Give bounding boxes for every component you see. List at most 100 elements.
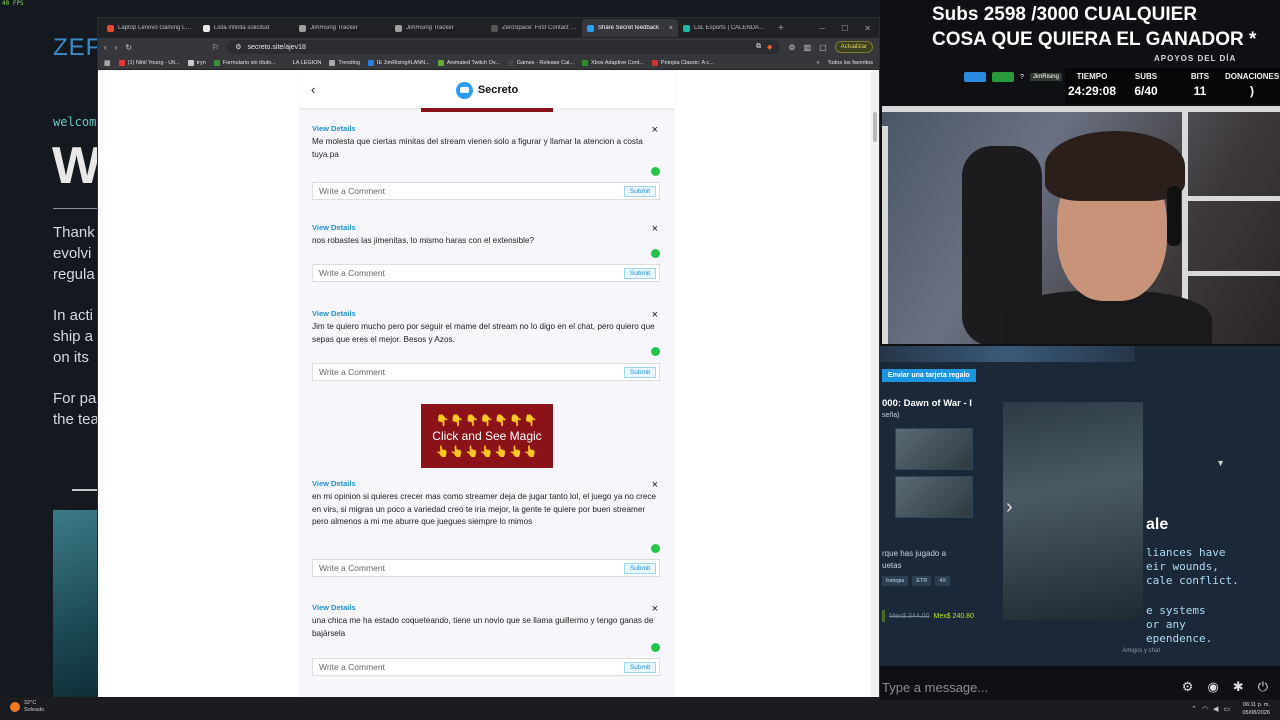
bookmark-item[interactable]: IE JimRising#LANN... <box>367 59 430 66</box>
tab-label: ZeroSpace: First Contact f... <box>502 25 577 31</box>
bookmark-favicon-icon <box>651 59 658 66</box>
wallet-icon[interactable]: ▢ <box>819 43 827 52</box>
whatsapp-icon[interactable] <box>651 347 660 356</box>
browser-tab[interactable]: JimRising Tracker <box>390 19 486 37</box>
bookmark-item[interactable]: Animated Twitch Ov... <box>437 59 500 66</box>
view-details-link[interactable]: View Details <box>312 603 662 612</box>
ad-banner-edge[interactable] <box>421 108 553 112</box>
chevron-right-icon[interactable]: › <box>1006 496 1013 519</box>
close-icon[interactable]: × <box>652 479 658 491</box>
gift-card-button[interactable]: Enviar una tarjeta regalo <box>882 369 976 382</box>
tab-close-icon[interactable]: × <box>669 25 673 32</box>
bug-icon[interactable]: ✱ <box>1233 679 1244 695</box>
browser-tab[interactable]: ZeroSpace: First Contact f... <box>486 19 582 37</box>
clock[interactable]: 06:11 p. m. 05/08/2026 <box>1242 701 1270 717</box>
pointing-down-icon: 👇👇👇👇👇👇👇 <box>435 415 539 427</box>
share-icon[interactable]: ⧉ <box>756 43 761 51</box>
magic-ad-text: Click and See Magic <box>432 429 542 443</box>
whatsapp-icon[interactable] <box>651 544 660 553</box>
hero-line: e systems <box>1146 604 1206 617</box>
chevron-up-icon[interactable]: ⌃ <box>1191 705 1197 713</box>
bookmark-item[interactable]: Trending <box>329 59 360 66</box>
bookmark-icon[interactable]: ⚐ <box>212 43 219 52</box>
bookmark-item[interactable]: (1) Nihil Young - Ult... <box>118 59 180 66</box>
more-bookmarks-button[interactable]: » <box>816 60 819 66</box>
browser-tab[interactable]: Lista infinita solicitud <box>198 19 294 37</box>
browser-tab[interactable]: JimRising Tracker <box>294 19 390 37</box>
weather-widget[interactable]: 32°C Soleado <box>10 700 44 714</box>
whatsapp-icon[interactable] <box>651 167 660 176</box>
new-tab-button[interactable]: + <box>778 23 784 34</box>
bookmark-label: Xbox Adaptive Cont... <box>590 59 644 66</box>
comment-input[interactable]: Write a Comment Submit <box>312 264 660 282</box>
minimize-icon[interactable]: ─ <box>819 24 825 33</box>
apps-icon[interactable]: ▦ <box>104 59 111 67</box>
chat-input[interactable]: Type a message... <box>882 680 988 695</box>
power-icon[interactable]: ⏻ <box>1258 679 1268 695</box>
close-icon[interactable]: × <box>652 124 658 136</box>
screenshot-thumbnail[interactable] <box>895 428 973 470</box>
settings-gear-icon[interactable]: ⚙ <box>1182 679 1194 695</box>
submit-button[interactable]: Submit <box>624 563 656 574</box>
pointing-up-icon: 👆👆👆👆👆👆👆 <box>435 446 539 458</box>
close-window-icon[interactable]: ✕ <box>864 24 871 33</box>
bookmark-item[interactable]: tryn <box>187 59 206 66</box>
game-tag[interactable]: 4X <box>935 576 951 586</box>
site-info-icon[interactable]: ⚙ <box>235 43 241 51</box>
sidebar-icon[interactable]: ▥ <box>804 43 812 52</box>
submit-button[interactable]: Submit <box>624 662 656 673</box>
game-tag[interactable]: trategia <box>882 576 909 586</box>
forward-icon[interactable]: › <box>115 43 118 52</box>
comment-input[interactable]: Write a Comment Submit <box>312 363 660 381</box>
all-bookmarks-link[interactable]: Todos los favoritos <box>827 60 873 66</box>
back-arrow-icon[interactable]: ‹ <box>311 82 315 97</box>
extensions-icon[interactable]: ⚙ <box>788 43 795 52</box>
bookmark-item[interactable]: Formulario sin título... <box>213 59 276 66</box>
friends-chat-link[interactable]: Amigos y chat <box>1122 648 1160 654</box>
comment-input[interactable]: Write a Comment Submit <box>312 658 660 676</box>
comment-placeholder: Write a Comment <box>319 186 385 196</box>
battery-icon[interactable]: ▭ <box>1223 705 1230 713</box>
dropdown-arrow-icon[interactable]: ▼ <box>1216 458 1225 468</box>
comment-input[interactable]: Write a Comment Submit <box>312 559 660 577</box>
maximize-icon[interactable]: ☐ <box>841 24 848 33</box>
view-details-link[interactable]: View Details <box>312 223 662 232</box>
comment-input[interactable]: Write a Comment Submit <box>312 182 660 200</box>
view-details-link[interactable]: View Details <box>312 124 662 133</box>
close-icon[interactable]: × <box>652 603 658 615</box>
view-details-link[interactable]: View Details <box>312 479 662 488</box>
page-scrollbar[interactable] <box>871 72 879 712</box>
bookmark-item[interactable]: Games - Release Cal... <box>507 59 574 66</box>
browser-tab-active[interactable]: Share Secret feedback × <box>582 19 678 37</box>
back-icon[interactable]: ‹ <box>104 43 107 52</box>
update-button[interactable]: Actualizar <box>834 41 873 53</box>
bookmark-item[interactable]: LA LEGION <box>283 59 321 66</box>
whatsapp-icon[interactable] <box>651 249 660 258</box>
submit-button[interactable]: Submit <box>624 268 656 279</box>
whatsapp-icon[interactable] <box>651 643 660 652</box>
bookmark-favicon-icon <box>187 59 194 66</box>
shelf <box>1182 196 1280 201</box>
browser-tab[interactable]: Laptop Lenovo Gaming Le... <box>102 19 198 37</box>
click-and-see-magic-ad[interactable]: 👇👇👇👇👇👇👇 Click and See Magic 👆👆👆👆👆👆👆 <box>421 404 553 468</box>
url-field[interactable]: ⚙ secreto.site/ajev18 ⧉ ◆ <box>227 40 781 54</box>
wifi-icon[interactable]: ◠ <box>1202 705 1208 713</box>
brave-shield-icon[interactable]: ◆ <box>767 43 772 51</box>
game-tag[interactable]: ETR <box>912 576 932 586</box>
price-block[interactable]: Mex$ 344.00 Mex$ 240.80 <box>882 610 974 622</box>
submit-button[interactable]: Submit <box>624 186 656 197</box>
screenshot-thumbnail[interactable] <box>895 476 973 518</box>
view-details-link[interactable]: View Details <box>312 309 662 318</box>
submit-button[interactable]: Submit <box>624 367 656 378</box>
reload-icon[interactable]: ↻ <box>125 43 132 52</box>
close-icon[interactable]: × <box>652 309 658 321</box>
message-text: nos robastes las jimenitas, lo mismo har… <box>312 236 535 245</box>
scrollbar-thumb[interactable] <box>873 112 877 142</box>
browser-tab[interactable]: LoL Esports | CALENDARIO <box>678 19 774 37</box>
bookmark-item[interactable]: Petopia Classic: A c... <box>651 59 714 66</box>
close-icon[interactable]: × <box>652 223 658 235</box>
volume-icon[interactable]: ◀ <box>1213 705 1218 713</box>
bookmark-item[interactable]: Xbox Adaptive Cont... <box>581 59 644 66</box>
discord-icon[interactable]: ◉ <box>1207 679 1218 695</box>
comment-placeholder: Write a Comment <box>319 367 385 377</box>
